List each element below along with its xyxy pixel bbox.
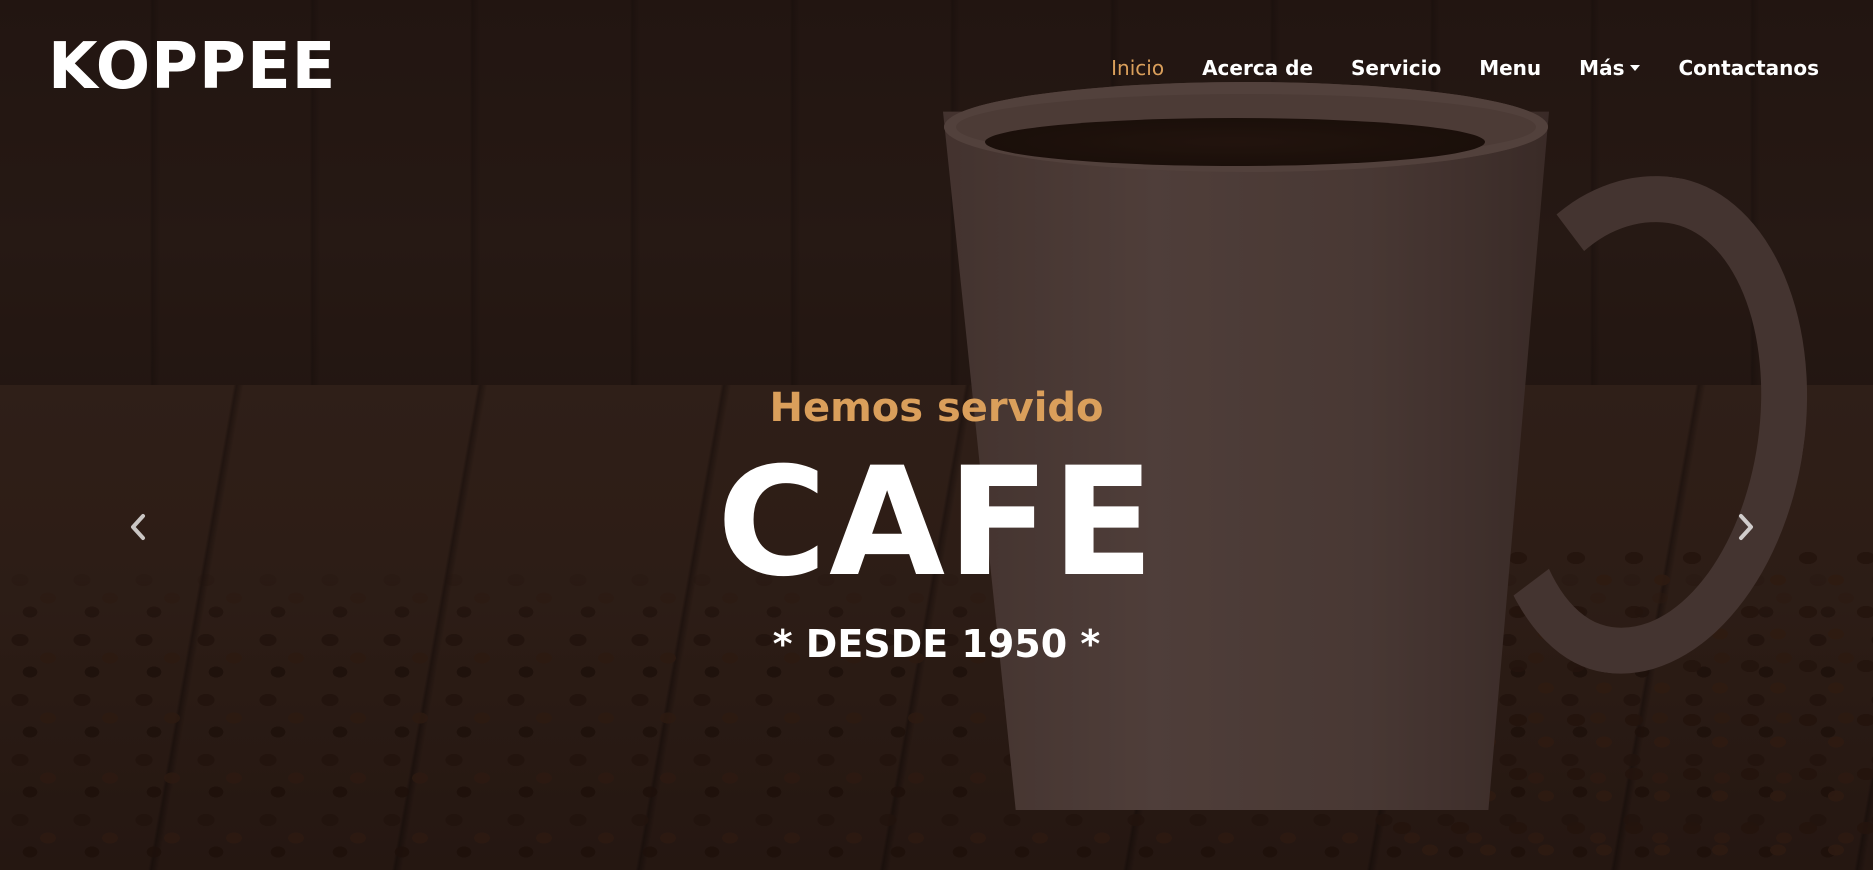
- brand-logo[interactable]: KOPPEE: [48, 30, 336, 104]
- hero-headline: CAFE: [716, 436, 1157, 610]
- hero-subtitle: Hemos servido: [769, 385, 1104, 431]
- nav-item-mas-dropdown[interactable]: Más: [1579, 56, 1641, 80]
- carousel-prev-button[interactable]: [118, 505, 158, 549]
- chevron-right-icon: [1739, 514, 1753, 540]
- hero-carousel: KOPPEE Inicio Acerca de Servicio Menu Má…: [0, 0, 1873, 870]
- nav-menu: Inicio Acerca de Servicio Menu Más Conta…: [1073, 56, 1819, 80]
- nav-item-menu[interactable]: Menu: [1479, 56, 1541, 80]
- chevron-left-icon: [131, 514, 145, 540]
- nav-item-contactanos[interactable]: Contactanos: [1678, 56, 1819, 80]
- nav-item-inicio[interactable]: Inicio: [1111, 56, 1164, 80]
- nav-item-acerca-de[interactable]: Acerca de: [1202, 56, 1313, 80]
- caret-down-icon: [1630, 65, 1641, 71]
- carousel-caption: Hemos servido CAFE * DESDE 1950 *: [0, 380, 1873, 668]
- hero-tagline: * DESDE 1950 *: [772, 622, 1101, 666]
- carousel-next-button[interactable]: [1726, 505, 1766, 549]
- nav-item-servicio[interactable]: Servicio: [1351, 56, 1441, 80]
- nav-item-mas-label: Más: [1579, 56, 1625, 80]
- navbar: KOPPEE Inicio Acerca de Servicio Menu Má…: [0, 0, 1873, 140]
